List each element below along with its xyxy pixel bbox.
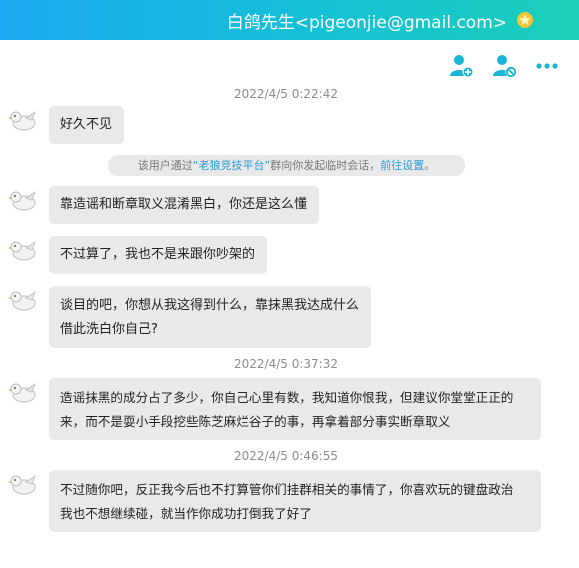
pigeon-avatar[interactable] — [8, 236, 38, 266]
message-text: 好久不见 — [60, 117, 113, 132]
pigeon-avatar[interactable] — [8, 286, 38, 316]
message-text-line-2: 来，而不是耍小手段挖些陈芝麻烂谷子的事，再拿着部分事实断章取义 — [60, 414, 451, 429]
title-bar: 白鸽先生<pigeonjie@gmail.com> — [0, 0, 579, 40]
message-bubble[interactable]: 谈目的吧，你想从我这得到什么，靠抹黑我达成什么 借此洗白你自己? — [49, 286, 372, 348]
message-text-line-1: 不过随你吧，反正我今后也不打算管你们挂群相关的事情了，你喜欢玩的键盘政治 — [60, 482, 514, 497]
add-contact-icon — [450, 55, 474, 78]
message-bubble[interactable]: 造谣抹黑的成分占了多少，你自己心里有数，我知道你恨我，但建议你堂堂正正的 来，而… — [49, 378, 541, 440]
chat-window: 白鸽先生<pigeonjie@gmail.com> 2022/4/5 0:22:… — [0, 0, 579, 568]
message-text-line-1: 造谣抹黑的成分占了多少，你自己心里有数，我知道你恨我，但建议你堂堂正正的 — [60, 390, 514, 405]
contact-title[interactable]: 白鸽先生<pigeonjie@gmail.com> — [227, 8, 507, 33]
message-timestamp: 2022/4/5 0:37:32 — [234, 357, 338, 371]
notice-group-name: “老狼竞技平台” — [192, 159, 271, 172]
temporary-session-notice: 该用户通过“老狼竞技平台”群向你发起临时会话，前往设置。 — [108, 155, 465, 176]
pigeon-avatar[interactable] — [8, 378, 38, 408]
gold-star-badge-icon[interactable] — [516, 11, 534, 29]
message-text-line-2: 借此洗白你自己? — [60, 322, 158, 337]
more-options-icon — [536, 63, 558, 69]
message-bubble[interactable]: 不过随你吧，反正我今后也不打算管你们挂群相关的事情了，你喜欢玩的键盘政治 我也不… — [49, 470, 541, 532]
message-text-line-2: 我也不想继续碰，就当作你成功打倒我了好了 — [60, 506, 312, 521]
go-to-settings-link[interactable]: 前往设置 — [380, 159, 424, 172]
message-text: 不过算了，我也不是来跟你吵架的 — [60, 247, 256, 262]
message-bubble[interactable]: 不过算了，我也不是来跟你吵架的 — [49, 236, 268, 274]
message-timestamp: 2022/4/5 0:22:42 — [234, 87, 338, 101]
notice-suffix: 。 — [424, 159, 436, 172]
add-contact-button[interactable] — [448, 52, 476, 80]
chat-toolbar — [0, 52, 579, 82]
message-text: 靠造谣和断章取义混淆黑白，你还是这么懂 — [60, 197, 308, 212]
more-options-button[interactable] — [534, 52, 562, 80]
pigeon-avatar[interactable] — [8, 470, 38, 500]
notice-prefix: 该用户通过 — [137, 159, 193, 172]
message-bubble[interactable]: 靠造谣和断章取义混淆黑白，你还是这么懂 — [49, 186, 320, 224]
notice-middle: 群向你发起临时会话， — [270, 159, 381, 172]
pigeon-avatar[interactable] — [8, 106, 38, 136]
block-contact-button[interactable] — [491, 52, 519, 80]
pigeon-avatar[interactable] — [8, 186, 38, 216]
message-timestamp: 2022/4/5 0:46:55 — [234, 449, 338, 463]
message-text-line-1: 谈目的吧，你想从我这得到什么，靠抹黑我达成什么 — [60, 298, 360, 313]
block-contact-icon — [493, 55, 517, 78]
message-bubble[interactable]: 好久不见 — [49, 106, 125, 144]
